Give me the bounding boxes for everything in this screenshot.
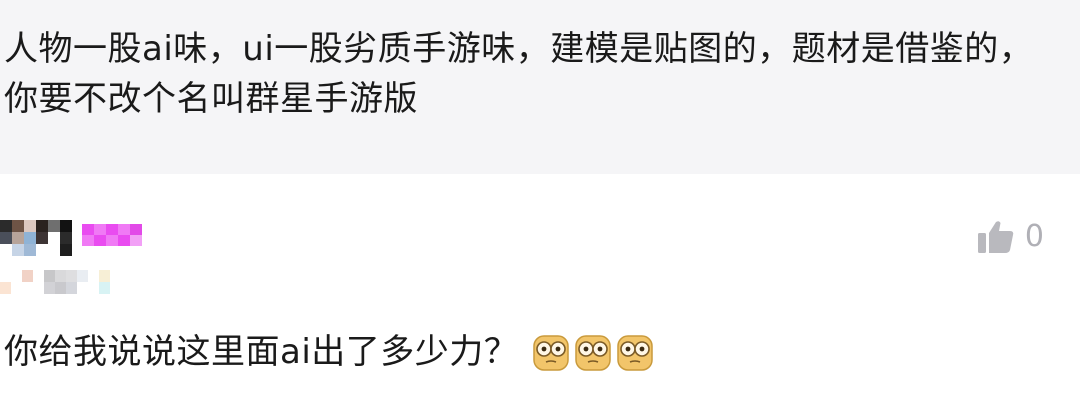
blank-stare-emoji xyxy=(617,335,654,371)
thumbs-up-icon xyxy=(977,221,1014,253)
username[interactable] xyxy=(82,224,142,246)
like-count: 0 xyxy=(1024,219,1044,254)
comment-thread: 人物一股ai味，ui一股劣质手游味，建模是贴图的，题材是借鉴的，你要不改个名叫群… xyxy=(0,0,1080,414)
blank-stare-emoji xyxy=(533,335,570,371)
reply-comment: 0 你给我说说这里面ai出了多少力？ xyxy=(0,174,1080,414)
quoted-comment-text: 人物一股ai味，ui一股劣质手游味，建模是贴图的，题材是借鉴的，你要不改个名叫群… xyxy=(4,29,1034,119)
comment-meta xyxy=(0,270,136,294)
emoji-group xyxy=(532,332,654,372)
reply-text-line: 你给我说说这里面ai出了多少力？ xyxy=(4,328,654,376)
blank-stare-emoji xyxy=(575,335,612,371)
avatar[interactable] xyxy=(0,220,72,256)
reply-text: 你给我说说这里面ai出了多少力？ xyxy=(4,332,519,372)
like-button[interactable]: 0 xyxy=(977,218,1044,256)
quoted-comment[interactable]: 人物一股ai味，ui一股劣质手游味，建模是贴图的，题材是借鉴的，你要不改个名叫群… xyxy=(0,0,1080,174)
